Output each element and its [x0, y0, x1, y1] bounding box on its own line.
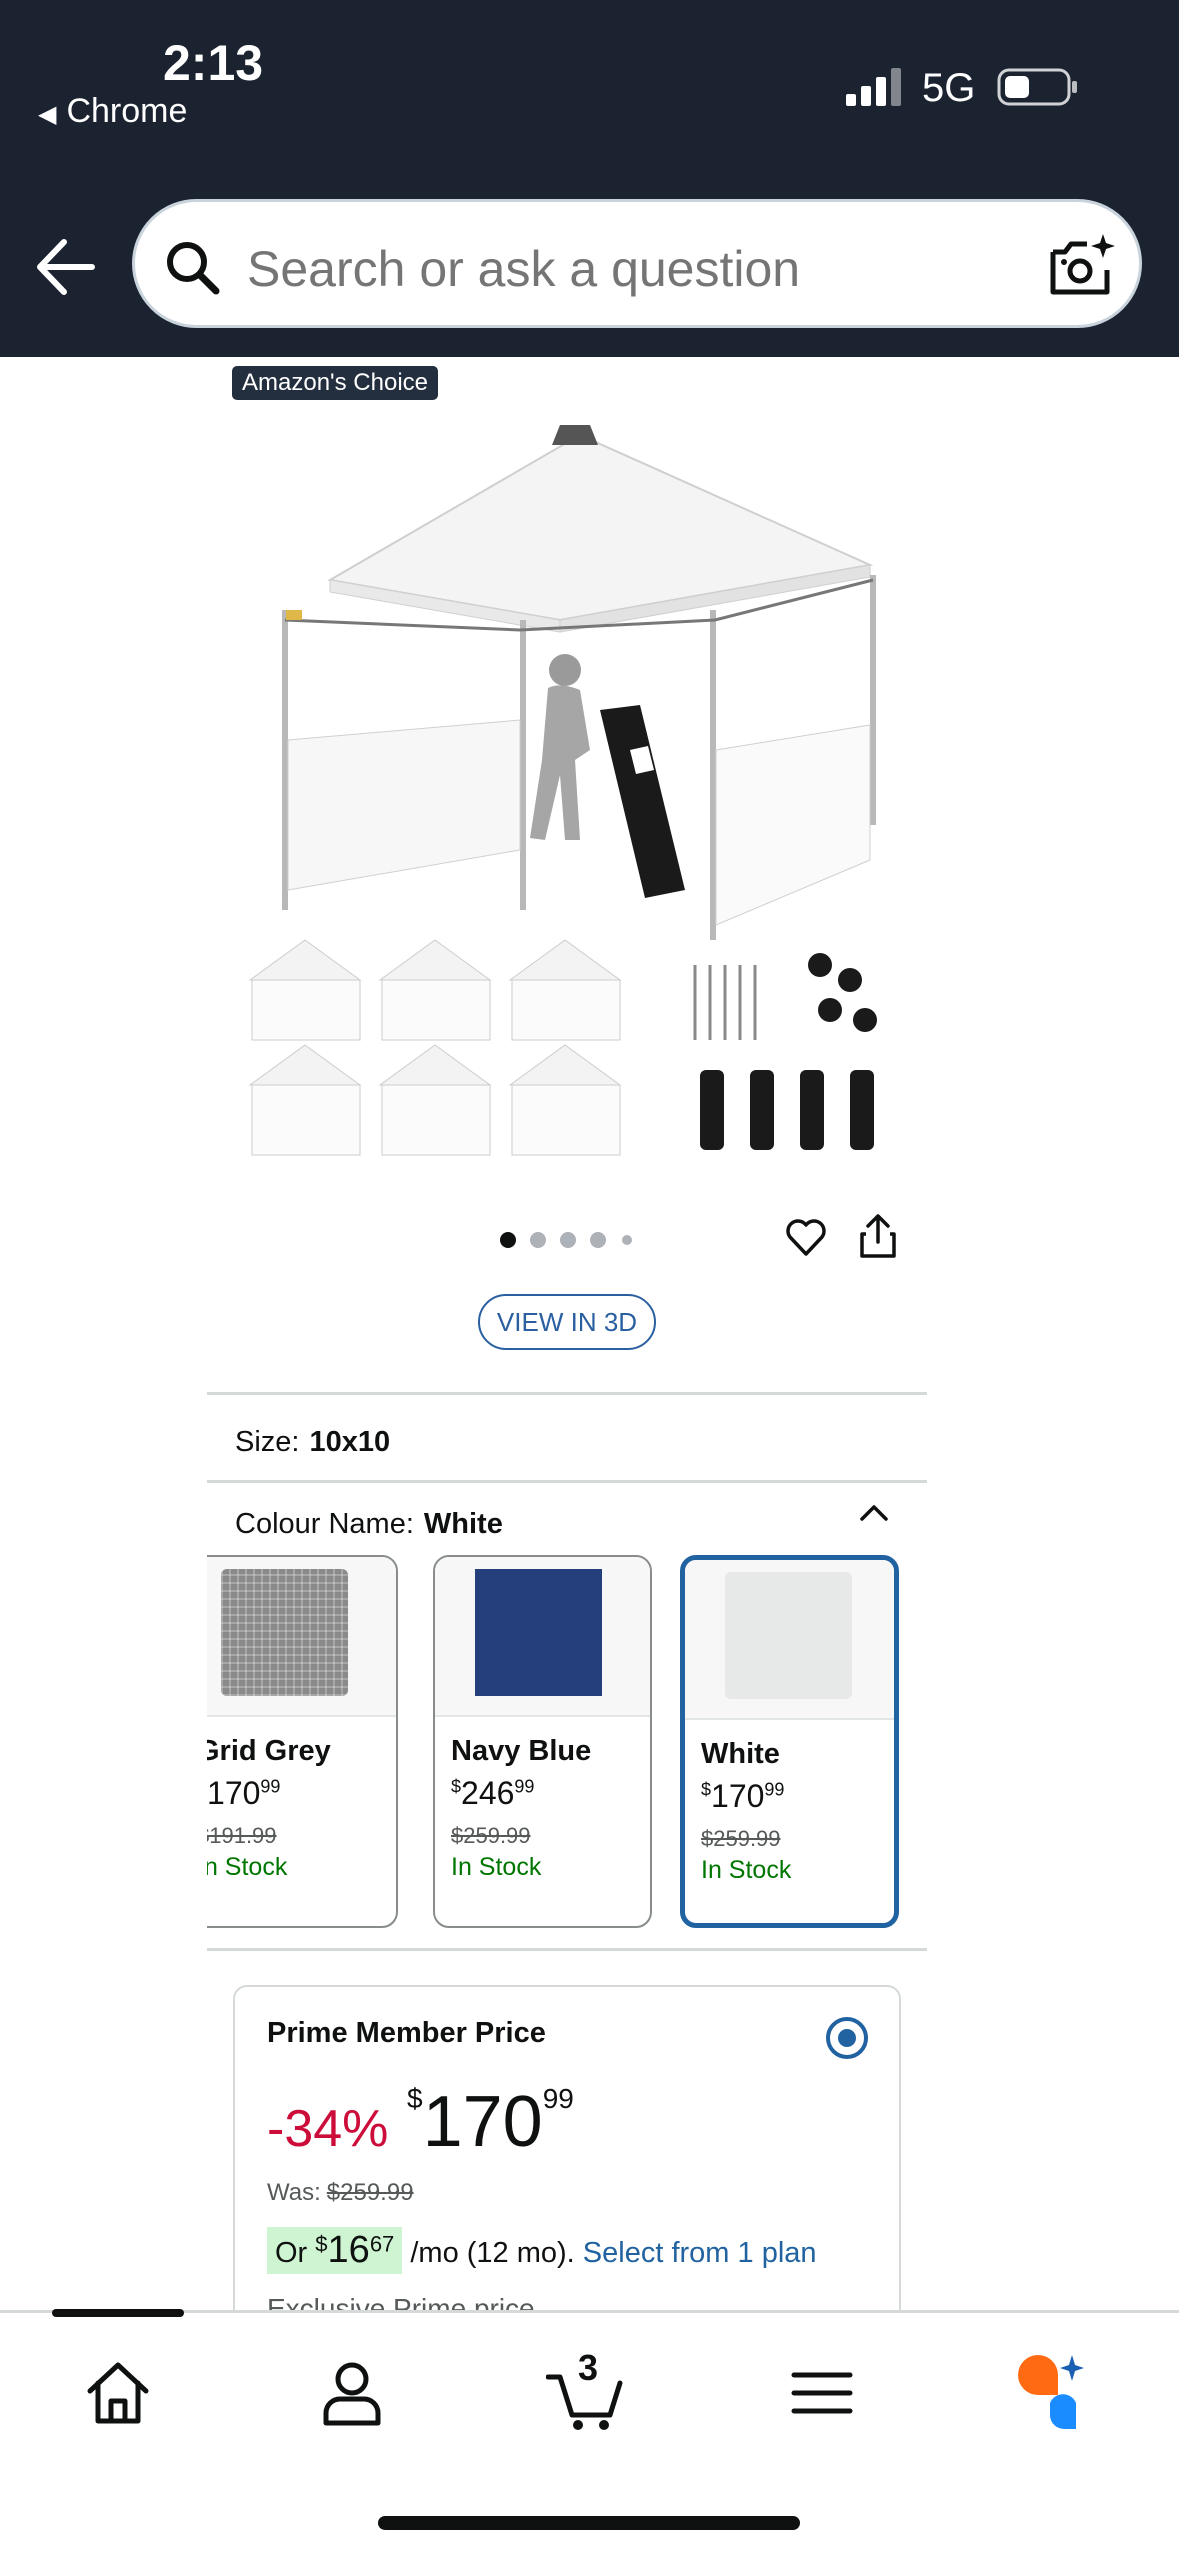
swatch-stock-status: In Stock [207, 1853, 288, 1881]
top-header: 2:13 ◀ Chrome 5G [0, 0, 1179, 357]
pager-dot [560, 1232, 576, 1248]
pager-dot [530, 1232, 546, 1248]
swatch-image [685, 1560, 894, 1720]
swatch-price: $17099 [207, 1775, 281, 1811]
swatch-was-price: $259.99 [451, 1823, 531, 1848]
divider [207, 1480, 927, 1483]
colour-swatch-carousel[interactable]: Grid Grey $17099 $191.99 In Stock Navy B… [207, 1555, 927, 1930]
divider [207, 1392, 927, 1395]
colour-value: White [423, 1508, 503, 1540]
back-app-label: Chrome [66, 92, 188, 130]
swatch-stock-status: In Stock [701, 1856, 792, 1884]
monthly-payment-offer: Or $1667 /mo (12 mo). Select from 1 plan [267, 2227, 817, 2274]
swatch-was-price: $191.99 [207, 1823, 277, 1848]
navy-blue-color-chip [475, 1569, 602, 1696]
swatch-name: Navy Blue [451, 1735, 592, 1767]
swatch-navy-blue[interactable]: Navy Blue $24699 $259.99 In Stock [433, 1555, 652, 1928]
heart-icon[interactable] [785, 1216, 827, 1258]
swatch-white-selected[interactable]: White $17099 $259.99 In Stock [680, 1555, 899, 1928]
swatch-price: $24699 [451, 1775, 535, 1811]
swatch-was-price: $259.99 [701, 1826, 781, 1851]
search-icon [167, 242, 220, 295]
rufus-icon[interactable] [1012, 2353, 1092, 2433]
network-type: 5G [922, 66, 976, 110]
status-time: 2:13 [163, 35, 264, 91]
cart-button[interactable]: 3 [545, 2347, 626, 2433]
image-pager-dots[interactable] [500, 1232, 640, 1252]
swatch-name: White [701, 1738, 780, 1770]
amazons-choice-badge: Amazon's Choice [232, 366, 438, 400]
menu-icon[interactable] [782, 2353, 862, 2433]
account-icon[interactable] [312, 2353, 392, 2433]
cellular-signal-icon [846, 68, 901, 106]
view-in-3d-button[interactable]: VIEW IN 3D [478, 1294, 656, 1350]
prime-member-price-title: Prime Member Price [267, 2017, 546, 2049]
product-image[interactable] [230, 420, 930, 1180]
search-bar[interactable] [132, 199, 1142, 328]
select-plan-link[interactable]: Select from 1 plan [583, 2237, 817, 2269]
current-price: $17099 [407, 2082, 574, 2162]
discount-percent: -34% [267, 2100, 389, 2158]
back-triangle-icon: ◀ [38, 101, 57, 128]
price-option-radio[interactable] [826, 2017, 868, 2059]
swatch-stock-status: In Stock [451, 1853, 542, 1881]
chevron-up-icon[interactable] [859, 1502, 889, 1522]
home-indicator-bar [378, 2516, 800, 2530]
battery-icon [997, 68, 1077, 106]
pager-dot [590, 1232, 606, 1248]
swatch-name: Grid Grey [207, 1735, 331, 1767]
size-selector[interactable]: Size: 10x10 [235, 1426, 390, 1459]
size-value: 10x10 [309, 1426, 391, 1458]
camera-search-icon[interactable] [1047, 232, 1119, 300]
share-icon[interactable] [858, 1212, 898, 1260]
cart-count: 3 [578, 2347, 599, 2388]
swatch-price: $17099 [701, 1778, 785, 1814]
swatch-image [435, 1557, 650, 1717]
swatch-grid-grey[interactable]: Grid Grey $17099 $191.99 In Stock [207, 1555, 398, 1928]
pager-dot [622, 1235, 632, 1245]
divider [207, 1948, 927, 1951]
pager-dot-active [500, 1232, 516, 1248]
back-arrow-icon[interactable] [36, 238, 96, 296]
back-to-app-link[interactable]: ◀ Chrome [38, 92, 187, 131]
monthly-price-chip: Or $1667 [267, 2227, 403, 2274]
swatch-image [207, 1557, 396, 1717]
colour-selector[interactable]: Colour Name: White [235, 1508, 503, 1541]
colour-label: Colour Name: [235, 1508, 414, 1540]
active-tab-indicator [52, 2309, 184, 2317]
white-color-chip [725, 1572, 852, 1699]
search-input[interactable] [247, 240, 1007, 298]
grid-grey-color-chip [221, 1569, 348, 1696]
size-label: Size: [235, 1426, 300, 1458]
was-price: Was: $259.99 [267, 2179, 414, 2206]
home-icon[interactable] [78, 2353, 158, 2433]
